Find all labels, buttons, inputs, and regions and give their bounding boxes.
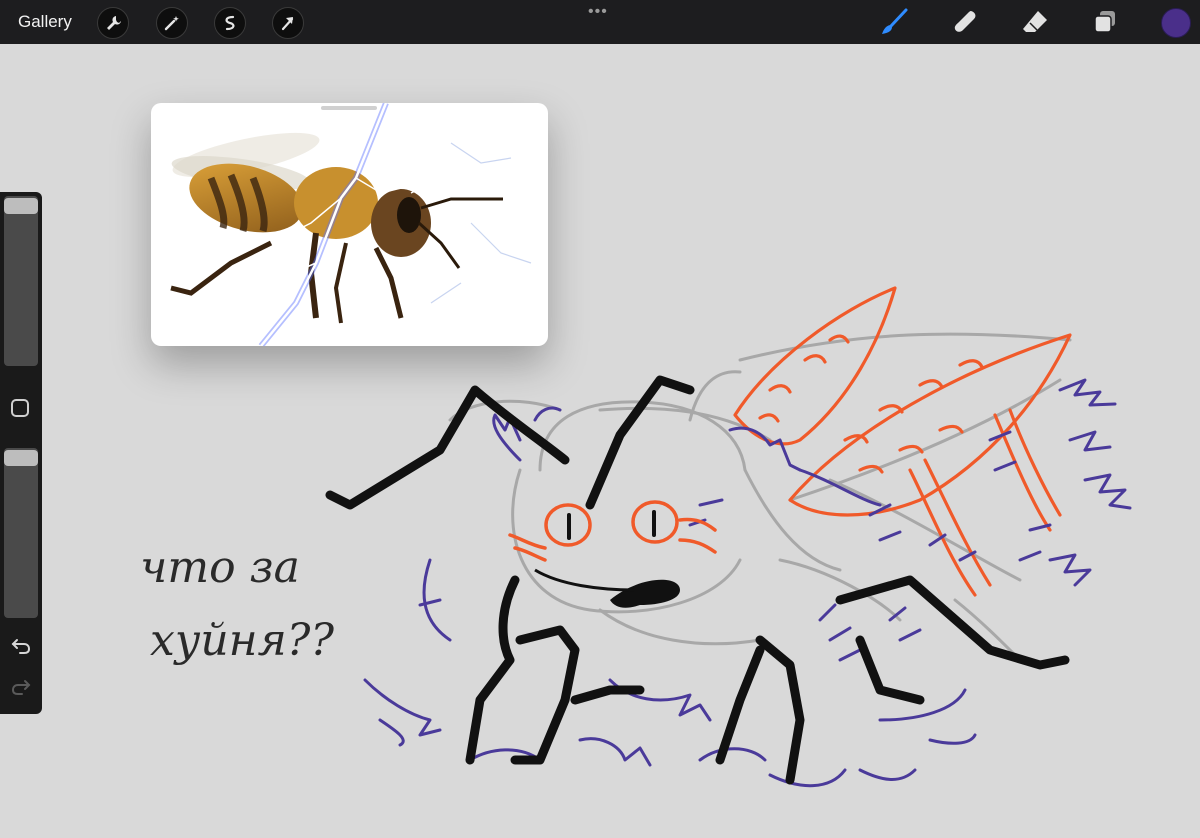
caption-line-2: хуйня?? bbox=[150, 615, 334, 666]
face bbox=[508, 500, 717, 608]
toolbar: Gallery ••• bbox=[0, 0, 1200, 44]
reference-drag-handle[interactable] bbox=[321, 106, 377, 110]
caption-line-1: что за bbox=[140, 542, 300, 593]
magic-wand-icon[interactable] bbox=[156, 7, 188, 39]
eraser-icon[interactable] bbox=[1021, 8, 1049, 36]
menu-dots[interactable]: ••• bbox=[588, 3, 608, 21]
brush-icon[interactable] bbox=[880, 8, 908, 36]
reference-window[interactable] bbox=[151, 103, 548, 346]
gallery-button[interactable]: Gallery bbox=[18, 12, 72, 32]
reference-bee-image bbox=[170, 103, 532, 346]
wrench-icon[interactable] bbox=[97, 7, 129, 39]
smudge-icon[interactable] bbox=[951, 8, 979, 36]
legs-and-antennae bbox=[325, 375, 1070, 785]
transform-arrow-icon[interactable] bbox=[272, 7, 304, 39]
layers-icon[interactable] bbox=[1091, 8, 1119, 36]
selection-icon[interactable] bbox=[214, 7, 246, 39]
handwritten-caption: что за хуйня?? bbox=[140, 542, 334, 666]
color-swatch[interactable] bbox=[1161, 8, 1191, 38]
